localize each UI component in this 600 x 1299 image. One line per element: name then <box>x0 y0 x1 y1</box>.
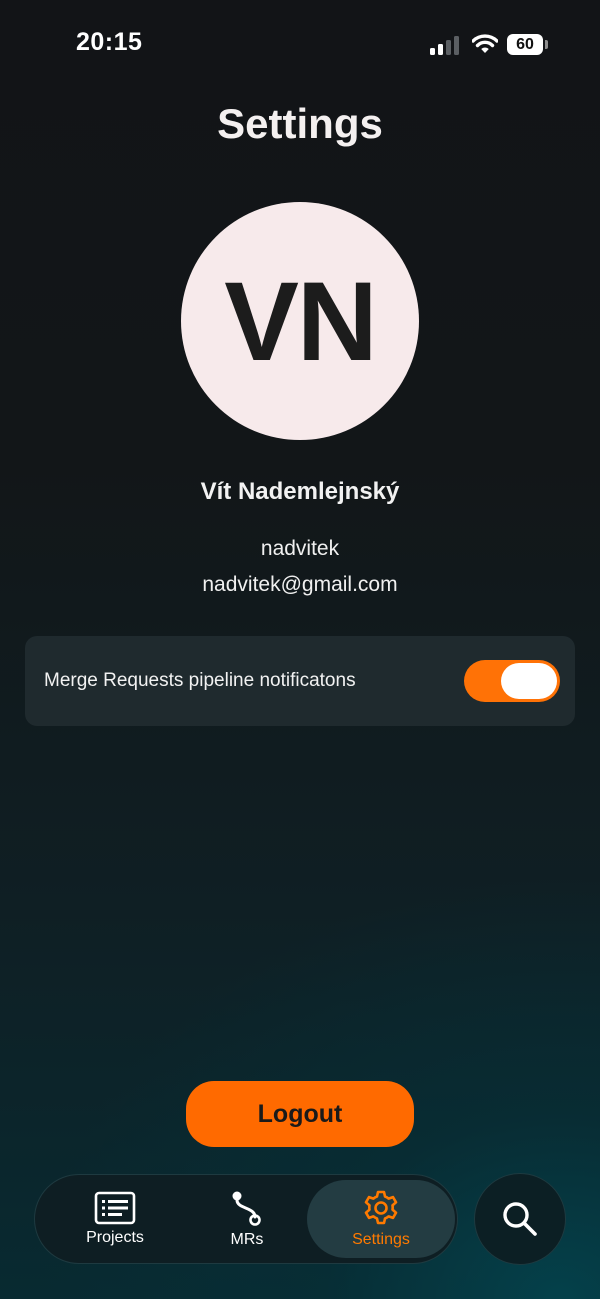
tab-mrs[interactable]: MRs <box>195 1175 299 1262</box>
user-username: nadvitek <box>260 537 340 560</box>
avatar: VN <box>181 202 419 440</box>
tab-projects-label: Projects <box>86 1228 144 1246</box>
wifi-icon <box>472 34 498 53</box>
merge-request-icon <box>232 1191 261 1226</box>
battery-tip <box>545 40 548 49</box>
toggle-knob <box>501 663 557 699</box>
notifications-setting-label: Merge Requests pipeline notificatons <box>44 670 356 691</box>
notifications-toggle[interactable] <box>464 660 560 702</box>
tab-mrs-label: MRs <box>230 1230 264 1248</box>
avatar-initials: VN <box>224 258 378 384</box>
battery-level: 60 <box>516 36 534 53</box>
page-title: Settings <box>217 100 383 147</box>
notifications-setting-row: Merge Requests pipeline notificatons <box>25 636 575 726</box>
projects-list-icon <box>94 1191 136 1224</box>
cellular-signal-icon <box>430 35 462 55</box>
tab-settings[interactable]: Settings <box>307 1180 455 1258</box>
status-time: 20:15 <box>76 28 143 56</box>
user-email: nadvitek@gmail.com <box>202 573 398 596</box>
battery-icon: 60 <box>507 34 543 55</box>
tab-settings-label: Settings <box>352 1231 410 1248</box>
tab-projects[interactable]: Projects <box>63 1175 167 1262</box>
search-button[interactable] <box>474 1173 566 1265</box>
logout-button[interactable]: Logout <box>186 1081 414 1147</box>
tab-bar: Projects MRs Settings <box>34 1174 458 1264</box>
gear-icon <box>364 1190 398 1225</box>
search-icon <box>503 1202 537 1236</box>
user-full-name: Vít Nademlejnský <box>200 478 400 505</box>
